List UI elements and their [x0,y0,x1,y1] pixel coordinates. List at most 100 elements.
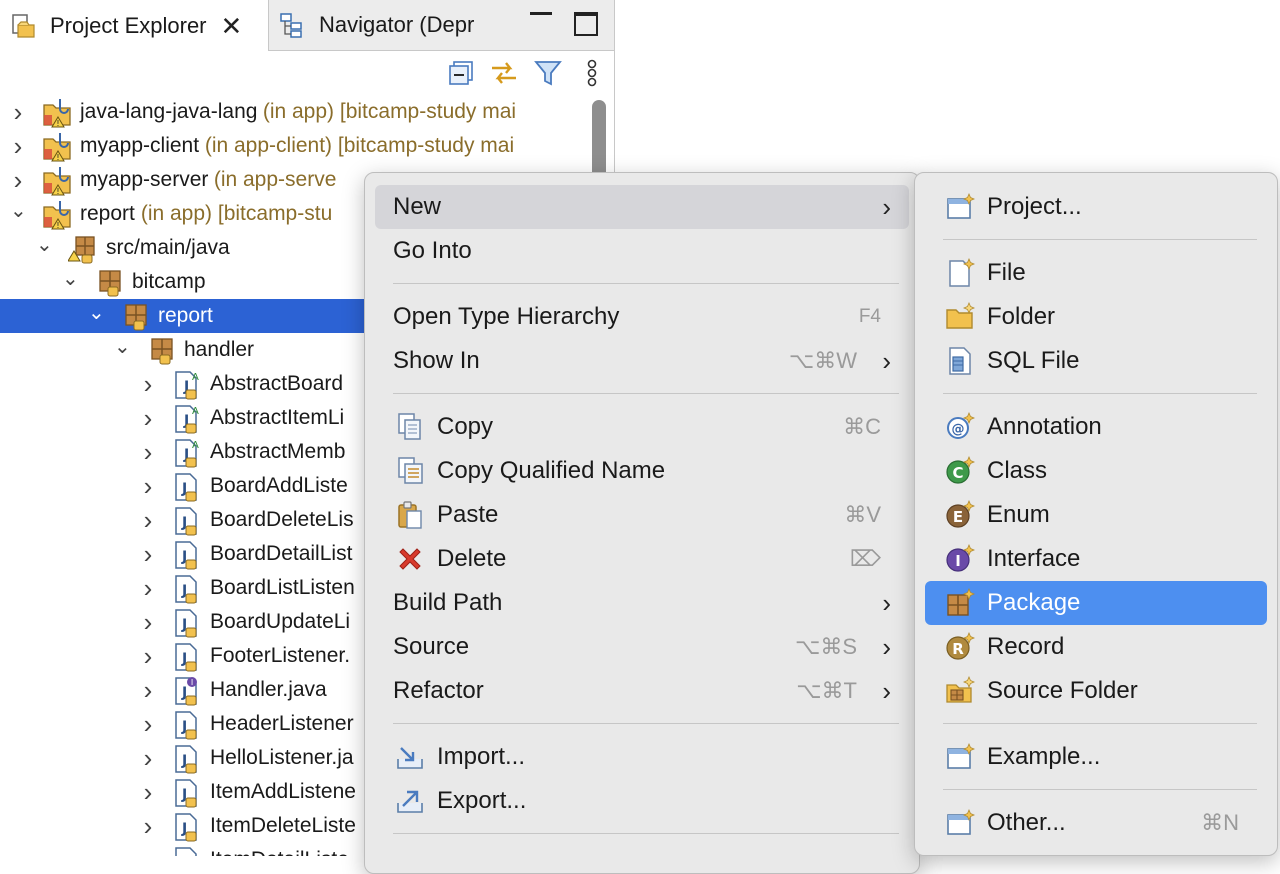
chevron-right-icon[interactable]: › [140,539,156,570]
chevron-right-icon[interactable]: › [140,777,156,808]
chevron-down-icon[interactable]: ⌄ [88,300,105,325]
submenu-item-source-folder-label: Source Folder [987,677,1138,704]
tree-item-label: BoardDetailList [210,542,353,565]
menu-item-new[interactable]: New › [375,185,909,229]
view-menu-icon[interactable] [582,59,610,87]
menu-item-show-in[interactable]: Show In ⌥⌘W › [375,339,909,383]
annotation-icon: @ [945,411,976,442]
java-file-icon: J [172,573,198,604]
chevron-right-icon[interactable]: › [140,675,156,706]
submenu-item-folder[interactable]: Folder [925,295,1267,339]
maximize-view-icon[interactable] [574,12,598,36]
svg-text:A: A [192,406,199,417]
chevron-right-icon[interactable]: › [140,845,156,857]
interface-file-icon: JI [172,675,198,706]
menu-item-open-type-hierarchy[interactable]: Open Type Hierarchy F4 [375,295,909,339]
chevron-down-icon[interactable]: ⌄ [114,334,131,359]
minimize-view-icon[interactable] [530,12,552,25]
view-tab-bar: Project Explorer ✕ Navigator (Depr [0,0,614,51]
shortcut-label: ⌥⌘S [794,634,857,659]
chevron-down-icon[interactable]: ⌄ [62,266,79,291]
menu-item-copy[interactable]: Copy ⌘C [375,405,909,449]
tree-item-label: BoardUpdateLi [210,610,351,633]
close-icon[interactable]: ✕ [221,13,243,39]
submenu-item-package[interactable]: Package [925,581,1267,625]
menu-item-copy-label: Copy [437,413,494,440]
svg-text:!: ! [56,221,59,230]
chevron-right-icon[interactable]: › [140,505,156,536]
filter-icon[interactable] [534,59,562,87]
menu-item-source[interactable]: Source ⌥⌘S › [375,625,909,669]
chevron-right-icon[interactable]: › [140,471,156,502]
chevron-right-icon[interactable]: › [140,573,156,604]
link-with-editor-icon[interactable] [488,59,516,87]
tree-item-label: AbstractMemb [210,440,346,463]
chevron-down-icon[interactable]: ⌄ [36,232,53,257]
submenu-item-interface[interactable]: I Interface [925,537,1267,581]
abstract-class-file-icon: JA [172,403,199,434]
tree-item-decoration: (in app-serve [208,168,337,191]
shortcut-label: ⌘V [844,502,881,527]
submenu-item-enum[interactable]: E Enum [925,493,1267,537]
interface-icon: I [945,543,976,574]
shortcut-label: ⌥⌘T [796,678,857,703]
menu-separator [943,789,1257,790]
tree-item-label: AbstractItemLi [210,406,345,429]
chevron-right-icon[interactable]: › [140,709,156,740]
chevron-right-icon[interactable]: › [10,131,26,162]
java-file-icon: J [172,743,198,774]
submenu-item-annotation-label: Annotation [987,413,1102,440]
tree-item-label: report [158,304,213,327]
chevron-right-icon[interactable]: › [140,607,156,638]
package-icon [120,301,147,331]
new-folder-icon [945,301,976,332]
submenu-item-sql-file[interactable]: SQL File [925,339,1267,383]
import-icon [395,742,425,772]
menu-item-build-path[interactable]: Build Path › [375,581,909,625]
navigator-icon [279,11,307,39]
java-project-icon: ! [42,131,71,162]
submenu-item-sql-file-label: SQL File [987,347,1080,374]
menu-item-copy-qualified-name[interactable]: Copy Qualified Name [375,449,909,493]
menu-separator [943,723,1257,724]
java-file-icon: J [172,845,198,856]
chevron-right-icon[interactable]: › [10,165,26,196]
tree-item[interactable]: ›! myapp-client (in app-client) [bitcamp-… [0,129,614,163]
collapse-all-icon[interactable] [448,59,476,87]
menu-item-export[interactable]: Export... [375,779,909,823]
tree-item-label: BoardListListen [210,576,355,599]
tree-item-label: Handler.java [210,678,327,701]
menu-item-paste[interactable]: Paste ⌘V [375,493,909,537]
menu-item-delete[interactable]: Delete ⌦ [375,537,909,581]
submenu-item-interface-label: Interface [987,545,1081,572]
menu-item-go-into[interactable]: Go Into [375,229,909,273]
tree-item[interactable]: ›! java-lang-java-lang (in app) [bitcamp-… [0,95,614,129]
submenu-item-source-folder[interactable]: Source Folder [925,669,1267,713]
tree-item-label: ItemDeleteListe [210,814,356,837]
menu-separator [393,833,899,834]
source-folder-icon [67,233,95,264]
chevron-right-icon[interactable]: › [10,97,26,128]
chevron-down-icon[interactable]: ⌄ [10,198,27,223]
tab-navigator[interactable]: Navigator (Depr [269,0,499,50]
submenu-item-record[interactable]: R Record [925,625,1267,669]
submenu-item-file[interactable]: File [925,251,1267,295]
submenu-item-other[interactable]: Other... ⌘N [925,801,1267,845]
menu-item-refactor[interactable]: Refactor ⌥⌘T › [375,669,909,713]
submenu-item-class[interactable]: C Class [925,449,1267,493]
java-file-icon: J [172,811,198,842]
sql-file-icon [945,346,975,376]
menu-item-import[interactable]: Import... [375,735,909,779]
chevron-right-icon[interactable]: › [140,743,156,774]
chevron-right-icon[interactable]: › [140,369,156,400]
submenu-item-project[interactable]: Project... [925,185,1267,229]
svg-text:A: A [192,372,199,383]
menu-item-source-label: Source [393,633,470,660]
chevron-right-icon[interactable]: › [140,811,156,842]
submenu-item-example[interactable]: Example... [925,735,1267,779]
chevron-right-icon[interactable]: › [140,641,156,672]
submenu-item-annotation[interactable]: @ Annotation [925,405,1267,449]
chevron-right-icon[interactable]: › [140,403,156,434]
tab-project-explorer[interactable]: Project Explorer ✕ [0,0,269,51]
chevron-right-icon[interactable]: › [140,437,156,468]
